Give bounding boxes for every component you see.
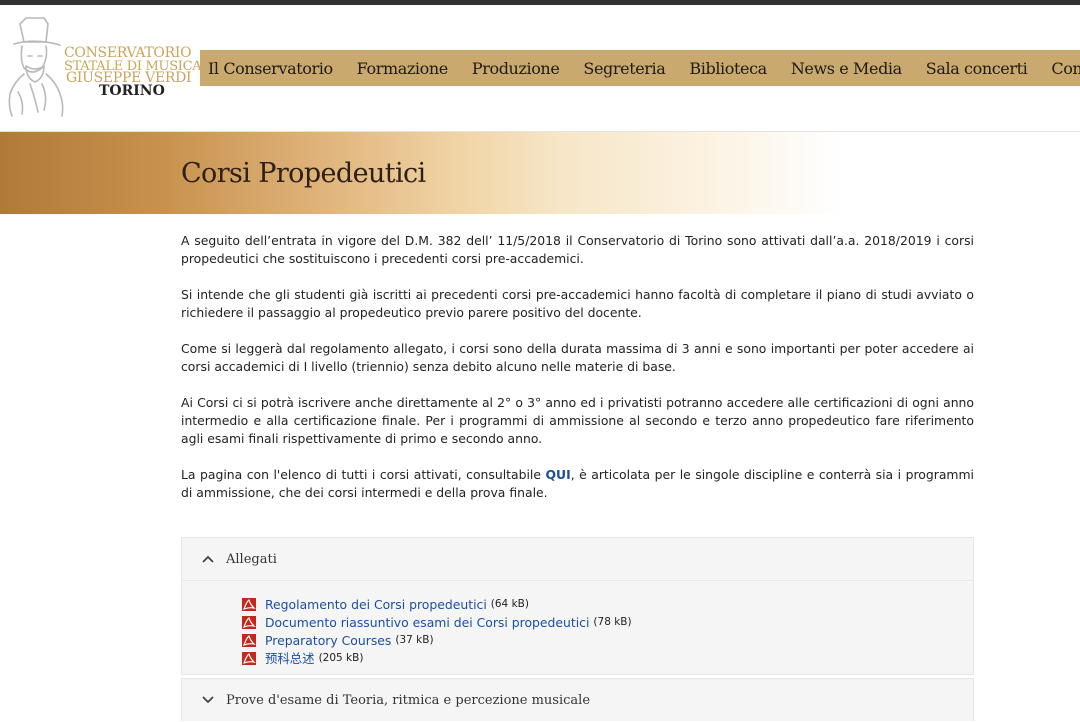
nav-item-contatti[interactable]: Cont [1039,59,1080,78]
file-link[interactable]: Documento riassuntivo esami dei Corsi pr… [265,615,589,630]
paragraph-text: La pagina con l'elenco di tutti i corsi … [181,467,546,482]
title-banner [0,132,1080,214]
pdf-icon [242,615,256,629]
attachments-title: Allegati [226,551,277,567]
paragraph: Si intende che gli studenti già iscritti… [181,287,974,320]
exam-accordion: Prove d'esame di Teoria, ritmica e perce… [181,678,974,721]
file-link[interactable]: Preparatory Courses [265,633,391,648]
pdf-icon [242,597,256,611]
paragraph: La pagina con l'elenco di tutti i corsi … [181,466,974,502]
paragraph: Come si leggerà dal regolamento allegato… [181,341,974,374]
file-item: Regolamento dei Corsi propedeutici (64 k… [242,595,973,613]
file-size: (205 kB) [318,652,364,664]
pdf-icon [242,651,256,665]
logo-line-1: CONSERVATORIO [64,45,192,61]
nav-item-segreteria[interactable]: Segreteria [571,59,677,78]
top-bar [0,0,1080,5]
file-size: (37 kB) [395,634,434,646]
chevron-down-icon [202,693,216,707]
paragraph: A seguito dell’entrata in vigore del D.M… [181,233,974,266]
file-size: (78 kB) [593,616,632,628]
pdf-icon [242,633,256,647]
page-title: Corsi Propedeutici [181,158,426,189]
file-item: 预科总述 (205 kB) [242,649,973,667]
paragraph: Ai Corsi ci si potrà iscrivere anche dir… [181,395,974,446]
nav-item-formazione[interactable]: Formazione [345,59,460,78]
conservatorio-logo[interactable]: CONSERVATORIO STATALE DI MUSICA GIUSEPPE… [0,10,202,122]
file-link[interactable]: Regolamento dei Corsi propedeutici [265,597,487,612]
qui-link[interactable]: QUI [545,467,570,482]
file-link[interactable]: 预科总述 [265,649,315,667]
logo-line-4: TORINO [99,83,165,99]
file-size: (64 kB) [490,598,529,610]
exam-header[interactable]: Prove d'esame di Teoria, ritmica e perce… [182,679,973,721]
nav-item-conservatorio[interactable]: Il Conservatorio [200,59,345,78]
nav-item-news-media[interactable]: News e Media [779,59,914,78]
attachments-list: Regolamento dei Corsi propedeutici (64 k… [182,581,973,667]
exam-section-title: Prove d'esame di Teoria, ritmica e perce… [226,692,591,708]
file-item: Documento riassuntivo esami dei Corsi pr… [242,613,973,631]
page-content: A seguito dell’entrata in vigore del D.M… [181,232,974,520]
nav-item-biblioteca[interactable]: Biblioteca [677,59,778,78]
verdi-portrait-icon [8,17,64,117]
main-nav: Il Conservatorio Formazione Produzione S… [200,50,1080,86]
chevron-up-icon [202,552,216,566]
attachments-accordion: Allegati Regolamento dei Corsi propedeut… [181,537,974,675]
nav-item-sala-concerti[interactable]: Sala concerti [914,59,1040,78]
file-item: Preparatory Courses (37 kB) [242,631,973,649]
nav-item-produzione[interactable]: Produzione [460,59,572,78]
attachments-header[interactable]: Allegati [182,538,973,581]
